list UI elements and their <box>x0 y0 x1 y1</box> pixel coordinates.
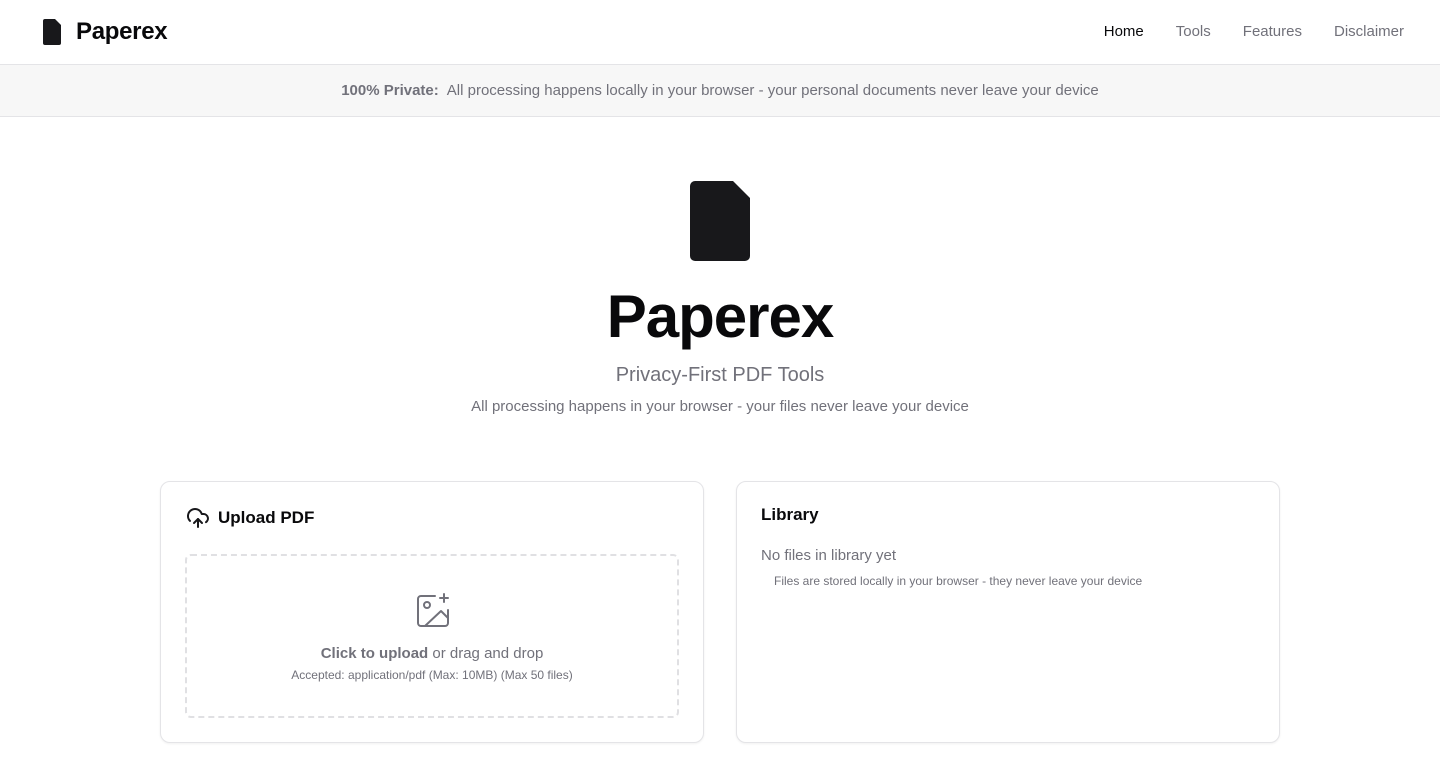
brand-name: Paperex <box>76 18 168 45</box>
library-storage-note: Files are stored locally in your browser… <box>774 574 1143 588</box>
privacy-banner-label: 100% Private: <box>341 82 439 99</box>
cloud-upload-icon <box>187 508 209 528</box>
click-to-upload-link[interactable]: Click to upload <box>321 645 429 662</box>
pdf-dropzone[interactable]: Click to upload or drag and drop Accepte… <box>185 554 679 718</box>
library-card: Library No files in library yet Files ar… <box>736 481 1280 743</box>
nav-home[interactable]: Home <box>1104 21 1144 43</box>
upload-card: Upload PDF Click to upload or drag and d… <box>160 481 704 743</box>
upload-header: Upload PDF <box>186 506 314 530</box>
brand-link[interactable]: Paperex <box>43 18 168 46</box>
hero-subtitle: Privacy-First PDF Tools <box>615 364 825 386</box>
nav-disclaimer[interactable]: Disclaimer <box>1334 21 1404 43</box>
library-empty-message: No files in library yet <box>761 547 897 564</box>
upload-title: Upload PDF <box>218 508 315 527</box>
main-nav: Home Tools Features Disclaimer <box>1104 21 1404 43</box>
navbar: Paperex Home Tools Features Disclaimer <box>0 0 1440 65</box>
hero-description: All processing happens in your browser -… <box>471 398 969 415</box>
library-title: Library <box>761 505 819 524</box>
dropzone-text: Click to upload or drag and drop <box>187 644 677 664</box>
accepted-files-hint: Accepted: application/pdf (Max: 10MB) (M… <box>291 668 573 682</box>
hero-title: Paperex <box>606 283 835 350</box>
document-icon <box>43 19 61 45</box>
image-plus-icon <box>417 593 449 627</box>
drag-drop-text: or drag and drop <box>432 645 544 662</box>
document-icon <box>690 181 750 261</box>
nav-tools[interactable]: Tools <box>1176 21 1211 43</box>
privacy-banner: 100% Private: All processing happens loc… <box>0 65 1440 117</box>
privacy-banner-text: All processing happens locally in your b… <box>446 82 1099 99</box>
nav-features[interactable]: Features <box>1243 21 1302 43</box>
